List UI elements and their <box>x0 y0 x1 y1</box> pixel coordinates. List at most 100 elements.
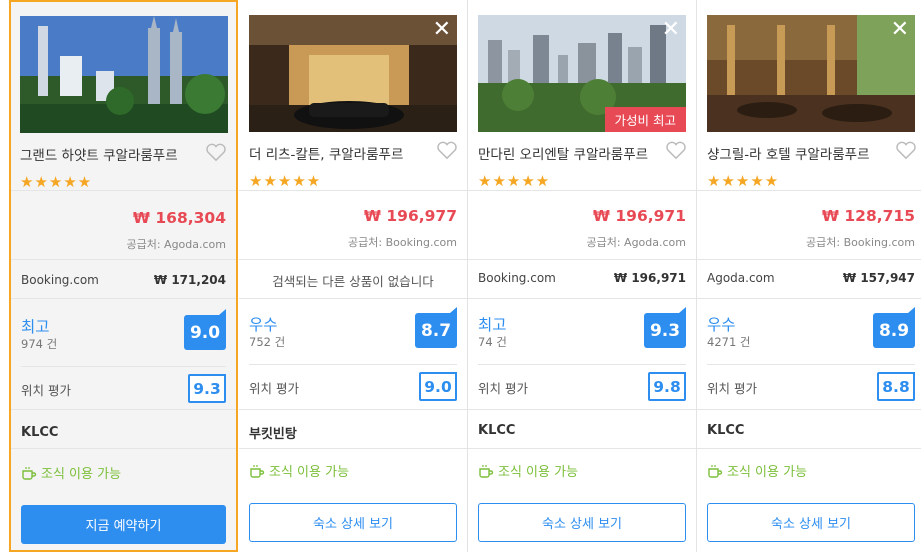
coffee-cup-icon <box>22 466 37 480</box>
other-price[interactable]: ₩ 171,204 <box>154 273 226 287</box>
divider <box>697 409 921 410</box>
price: ₩ 196,977 <box>363 207 457 225</box>
close-icon[interactable]: ✕ <box>433 19 451 41</box>
breakfast-info: 조식 이용 가능 <box>21 463 121 482</box>
star-rating: ★★★★★ <box>707 172 780 190</box>
divider <box>468 190 696 191</box>
divider <box>11 190 236 191</box>
area: KLCC <box>478 423 516 438</box>
rating-badge: 8.9 <box>873 307 915 348</box>
hotel-compare-panel: 그랜드 하얏트 쿠알라룸푸르 ★★★★★ ₩ 168,304 공급처: Agod… <box>0 0 921 552</box>
view-details-button[interactable]: 숙소 상세 보기 <box>707 503 915 542</box>
hotel-card[interactable]: ✕ 샹그릴-라 호텔 쿠알라룸푸르 ★★★★★ ₩ 128,715 공급처: B… <box>697 0 921 552</box>
divider <box>11 259 236 260</box>
heart-icon[interactable] <box>205 142 227 162</box>
star-rating: ★★★★★ <box>249 172 322 190</box>
location-score-badge: 9.0 <box>419 372 457 401</box>
location-score-badge: 9.8 <box>648 372 686 401</box>
price: ₩ 128,715 <box>821 207 915 225</box>
no-other-offers: 검색되는 다른 상품이 없습니다 <box>272 274 434 289</box>
divider <box>697 259 921 260</box>
hotel-photo[interactable]: ✕ <box>249 15 457 132</box>
location-label: 위치 평가 <box>478 381 528 396</box>
hotel-name[interactable]: 샹그릴-라 호텔 쿠알라룸푸르 <box>707 143 870 163</box>
rating-word: 최고 <box>478 316 507 334</box>
hotel-name[interactable]: 만다린 오리엔탈 쿠알라룸푸르 <box>478 143 648 163</box>
location-label: 위치 평가 <box>707 381 757 396</box>
hotel-card[interactable]: 그랜드 하얏트 쿠알라룸푸르 ★★★★★ ₩ 168,304 공급처: Agod… <box>9 0 238 552</box>
divider <box>468 409 696 410</box>
review-count: 752 건 <box>249 335 286 349</box>
rating-word: 우수 <box>707 316 736 334</box>
hotel-photo[interactable]: ✕ <box>707 15 915 132</box>
location-label: 위치 평가 <box>21 383 71 398</box>
rating-word: 우수 <box>249 316 278 334</box>
divider <box>21 366 226 367</box>
coffee-cup-icon <box>479 464 494 478</box>
location-score-badge: 9.3 <box>188 374 226 403</box>
divider <box>478 364 686 365</box>
hotel-photo[interactable]: ✕ 가성비 최고 <box>478 15 686 132</box>
rating-badge: 9.3 <box>644 307 686 348</box>
breakfast-info: 조식 이용 가능 <box>707 461 807 480</box>
other-source[interactable]: Agoda.com <box>707 271 775 285</box>
area: KLCC <box>21 425 59 440</box>
heart-icon[interactable] <box>895 140 917 160</box>
price: ₩ 168,304 <box>132 209 226 227</box>
heart-icon[interactable] <box>665 140 687 160</box>
supplier: 공급처: Booking.com <box>348 236 457 249</box>
view-details-button[interactable]: 숙소 상세 보기 <box>249 503 457 542</box>
rating-word: 최고 <box>21 318 50 336</box>
divider <box>707 364 915 365</box>
breakfast-label: 조식 이용 가능 <box>498 465 579 480</box>
hotel-card[interactable]: ✕ 가성비 최고 만다린 오리엔탈 쿠알라룸푸르 ★★★★★ ₩ 196,971… <box>468 0 697 552</box>
heart-icon[interactable] <box>436 140 458 160</box>
hotel-photo[interactable] <box>20 16 228 133</box>
supplier: 공급처: Booking.com <box>806 236 915 249</box>
hotel-name[interactable]: 더 리츠-칼튼, 쿠알라룸푸르 <box>249 143 403 163</box>
book-now-button[interactable]: 지금 예약하기 <box>21 505 226 544</box>
divider <box>239 409 467 410</box>
close-icon[interactable]: ✕ <box>891 19 909 41</box>
breakfast-label: 조식 이용 가능 <box>727 465 808 480</box>
location-score-badge: 8.8 <box>877 372 915 401</box>
divider <box>11 448 236 449</box>
area: 부킷빈탕 <box>249 427 297 442</box>
divider <box>697 190 921 191</box>
divider <box>468 448 696 449</box>
divider <box>11 409 236 410</box>
coffee-cup-icon <box>708 464 723 478</box>
breakfast-info: 조식 이용 가능 <box>478 461 578 480</box>
other-source[interactable]: Booking.com <box>21 273 99 287</box>
divider <box>239 448 467 449</box>
other-source[interactable]: Booking.com <box>478 271 556 285</box>
divider <box>239 259 467 260</box>
review-count: 974 건 <box>21 337 58 351</box>
divider <box>697 448 921 449</box>
close-icon[interactable]: ✕ <box>662 19 680 41</box>
star-rating: ★★★★★ <box>478 172 551 190</box>
rating-badge: 9.0 <box>184 309 226 350</box>
rating-badge: 8.7 <box>415 307 457 348</box>
breakfast-info: 조식 이용 가능 <box>249 461 349 480</box>
coffee-cup-icon <box>250 464 265 478</box>
location-label: 위치 평가 <box>249 381 299 396</box>
review-count: 4271 건 <box>707 335 751 349</box>
review-count: 74 건 <box>478 335 507 349</box>
supplier: 공급처: Agoda.com <box>126 238 226 251</box>
area: KLCC <box>707 423 745 438</box>
best-value-tag: 가성비 최고 <box>604 107 686 132</box>
supplier: 공급처: Agoda.com <box>586 236 686 249</box>
divider <box>697 298 921 299</box>
hotel-name[interactable]: 그랜드 하얏트 쿠알라룸푸르 <box>20 144 178 164</box>
hotel-card[interactable]: ✕ 더 리츠-칼튼, 쿠알라룸푸르 ★★★★★ ₩ 196,977 공급처: B… <box>239 0 468 552</box>
divider <box>11 298 236 299</box>
divider <box>239 190 467 191</box>
divider <box>249 364 457 365</box>
other-price[interactable]: ₩ 157,947 <box>843 271 915 285</box>
breakfast-label: 조식 이용 가능 <box>269 465 350 480</box>
other-price[interactable]: ₩ 196,971 <box>614 271 686 285</box>
breakfast-label: 조식 이용 가능 <box>41 467 122 482</box>
view-details-button[interactable]: 숙소 상세 보기 <box>478 503 686 542</box>
star-rating: ★★★★★ <box>20 173 93 191</box>
